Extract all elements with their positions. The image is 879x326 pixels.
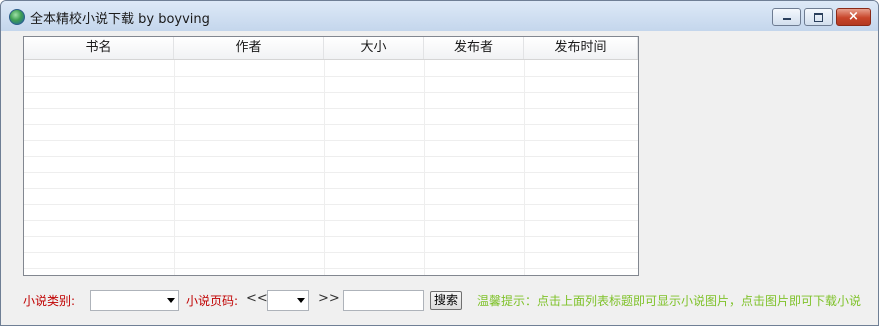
close-button[interactable]: × (836, 8, 871, 26)
maximize-button[interactable] (804, 8, 833, 26)
column-header-publisher[interactable]: 发布者 (424, 37, 524, 59)
table-row[interactable] (24, 92, 638, 109)
column-header-author[interactable]: 作者 (174, 37, 324, 59)
app-window: 全本精校小说下载 by boyving × 书名 作者 大小 发布者 发布时间 … (0, 0, 879, 326)
column-header-size[interactable]: 大小 (324, 37, 424, 59)
list-body[interactable] (24, 60, 638, 275)
minimize-button[interactable] (772, 8, 801, 26)
page-select[interactable] (267, 290, 309, 311)
column-header-publish-time[interactable]: 发布时间 (524, 37, 638, 59)
category-select[interactable] (90, 290, 179, 311)
column-header-title[interactable]: 书名 (24, 37, 174, 59)
column-divider (424, 60, 425, 275)
chevron-down-icon (167, 298, 175, 303)
chevron-down-icon (297, 298, 305, 303)
column-divider (174, 60, 175, 275)
search-button[interactable]: 搜索 (430, 291, 462, 310)
globe-icon (9, 9, 25, 25)
window-title: 全本精校小说下载 by boyving (30, 12, 210, 27)
list-header: 书名 作者 大小 发布者 发布时间 (24, 37, 638, 60)
table-row[interactable] (24, 204, 638, 221)
prev-page-button[interactable]: << (246, 291, 268, 306)
maximize-icon (814, 13, 823, 22)
table-row[interactable] (24, 108, 638, 125)
next-page-button[interactable]: >> (318, 291, 340, 306)
table-row[interactable] (24, 188, 638, 205)
novel-list[interactable]: 书名 作者 大小 发布者 发布时间 (23, 36, 639, 276)
title-bar[interactable]: 全本精校小说下载 by boyving × (1, 1, 878, 31)
table-row[interactable] (24, 76, 638, 93)
page-label: 小说页码: (186, 294, 239, 308)
table-row[interactable] (24, 172, 638, 189)
column-divider (524, 60, 525, 275)
table-row[interactable] (24, 140, 638, 157)
filter-bar: 小说类别: 小说页码: << >> 搜索 温馨提示：点击上面列表标题即可显示小说… (1, 288, 878, 312)
minimize-icon (783, 18, 791, 20)
column-divider (324, 60, 325, 275)
search-input[interactable] (343, 290, 424, 311)
close-icon: × (848, 9, 859, 24)
table-row[interactable] (24, 236, 638, 253)
table-row[interactable] (24, 124, 638, 141)
hint-text: 温馨提示：点击上面列表标题即可显示小说图片，点击图片即可下载小说 (477, 294, 862, 308)
table-row[interactable] (24, 156, 638, 173)
table-row[interactable] (24, 220, 638, 237)
table-row[interactable] (24, 252, 638, 269)
table-row[interactable] (24, 60, 638, 77)
category-label: 小说类别: (23, 294, 76, 308)
